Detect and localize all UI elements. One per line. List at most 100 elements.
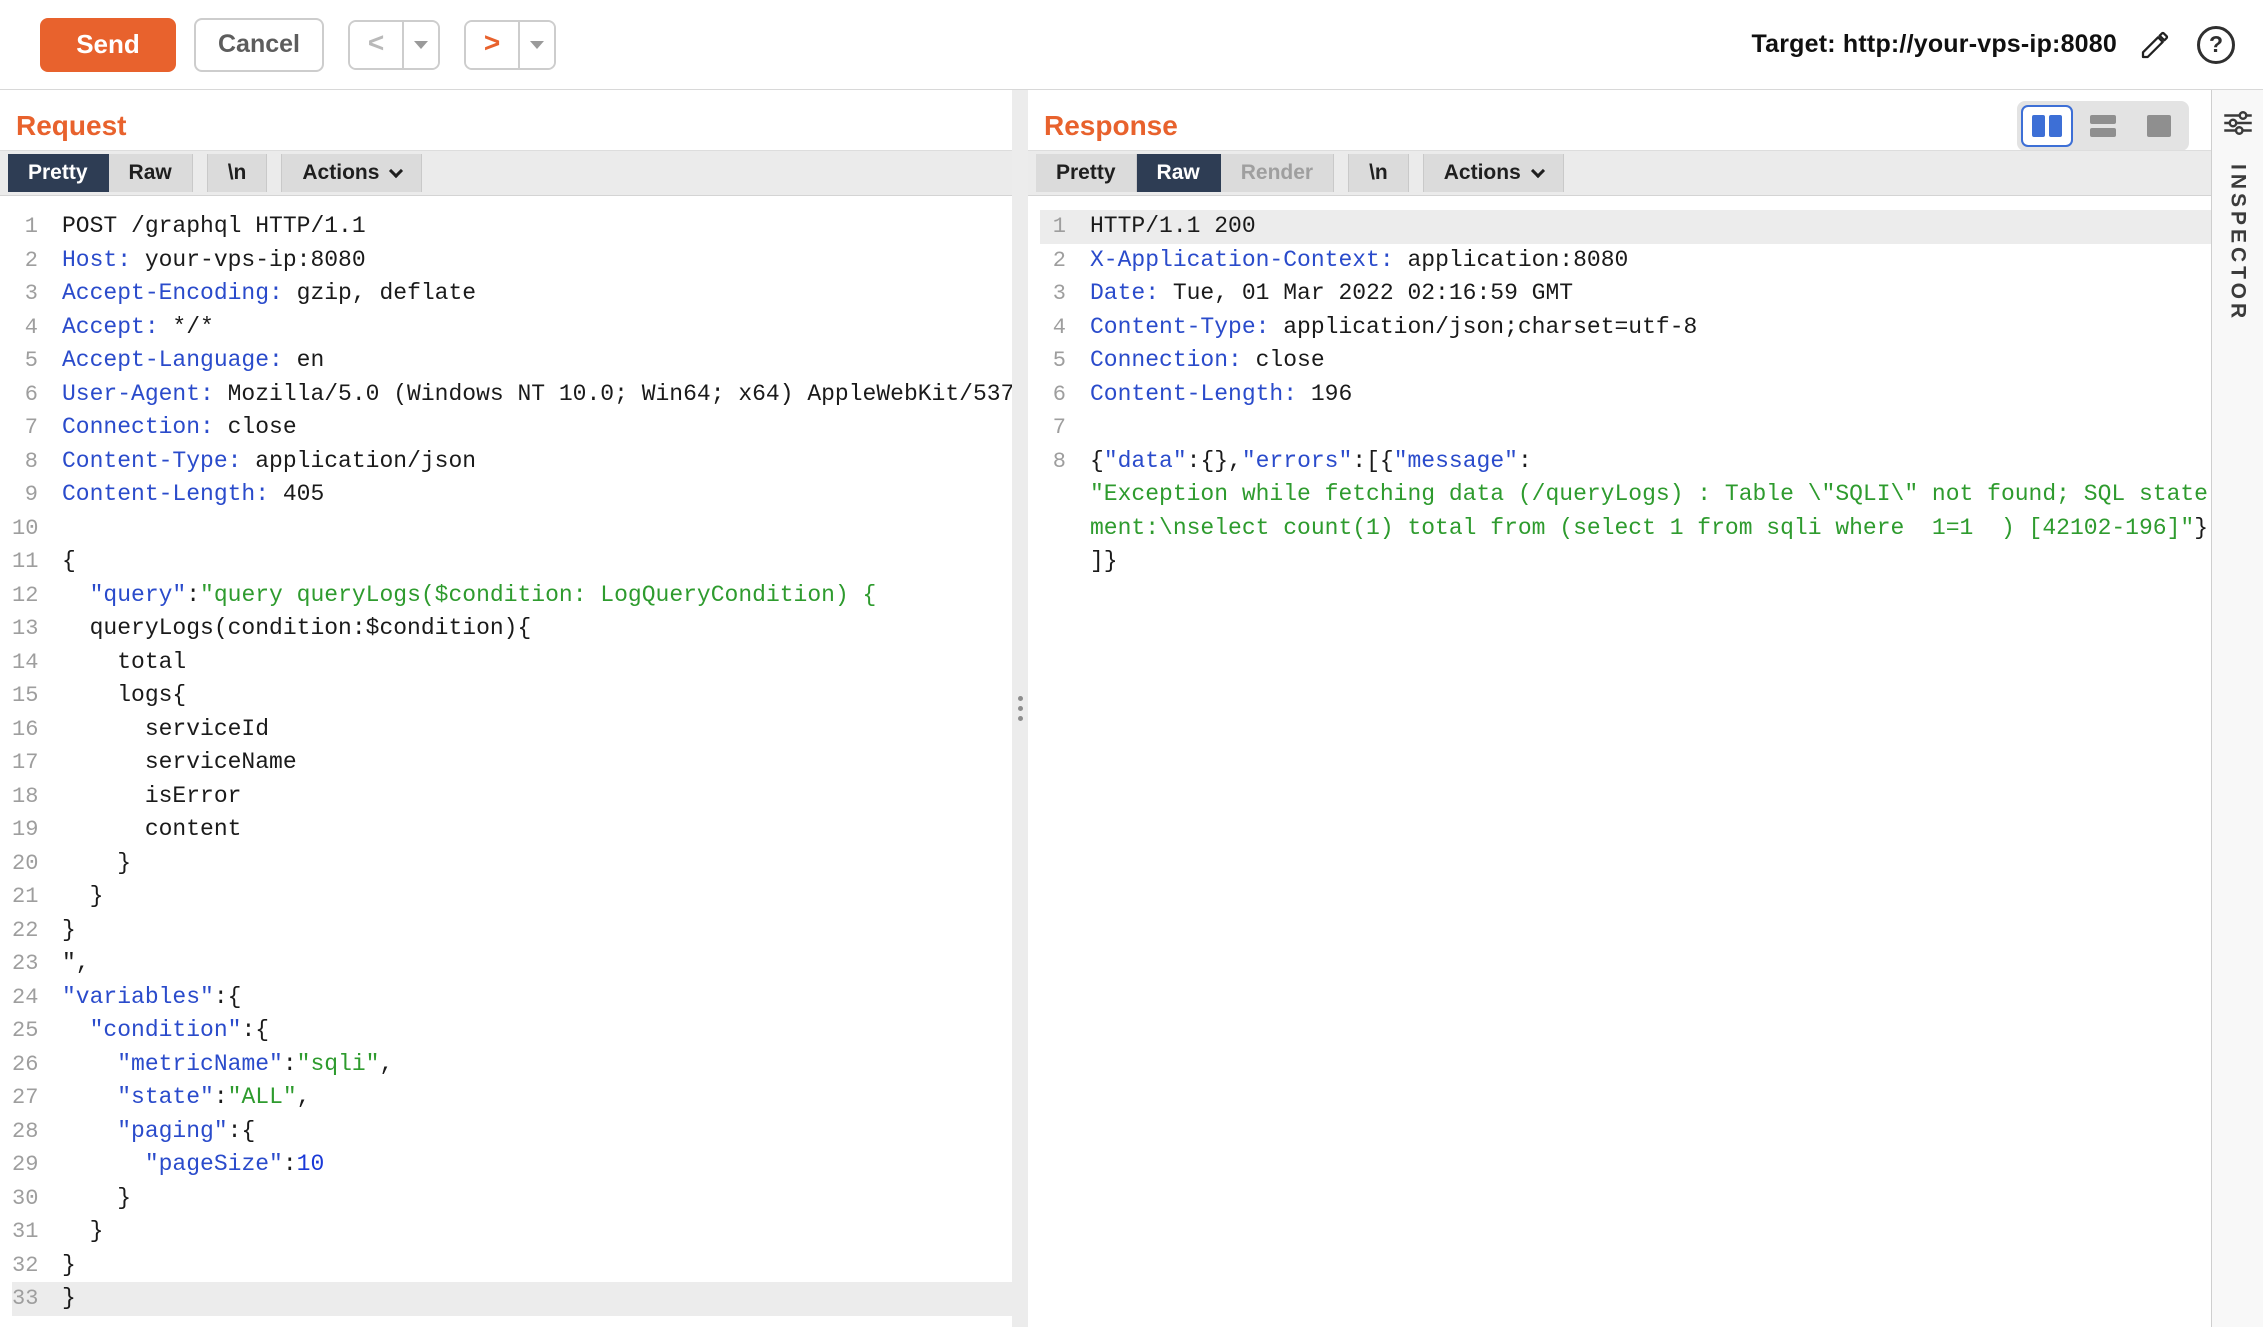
chevron-down-icon	[389, 163, 403, 177]
forward-dropdown-button[interactable]	[518, 22, 554, 68]
code-segment-name: X-Application-Context:	[1090, 247, 1394, 273]
code-line: ment:\nselect count(1) total from (selec…	[1040, 512, 2211, 546]
line-number: 21	[12, 880, 52, 914]
code-line: 8Content-Type: application/json	[12, 445, 1012, 479]
code-text: "paging":{	[62, 1115, 1012, 1149]
code-line: ]}	[1040, 545, 2211, 579]
line-number: 27	[12, 1081, 52, 1115]
forward-button[interactable]: >	[466, 22, 518, 68]
code-segment-name: Connection:	[62, 414, 214, 440]
code-segment-plain: }	[62, 850, 131, 876]
response-tabs: Pretty Raw Render \n Actions	[1028, 150, 2211, 196]
line-number: 30	[12, 1182, 52, 1216]
tab-raw[interactable]: Raw	[1137, 154, 1221, 192]
code-segment-plain: :	[283, 1051, 297, 1077]
code-line: "Exception while fetching data (/queryLo…	[1040, 478, 2211, 512]
code-line: 5Accept-Language: en	[12, 344, 1012, 378]
line-number: 3	[1040, 277, 1080, 311]
code-segment-plain: :{	[241, 1017, 269, 1043]
tab-label: Raw	[1157, 161, 1200, 185]
code-segment-plain: logs{	[62, 682, 186, 708]
line-number	[1040, 478, 1080, 512]
tab-raw[interactable]: Raw	[109, 154, 193, 192]
tab-label: Actions	[302, 161, 379, 185]
code-segment-name: Content-Length:	[62, 481, 269, 507]
code-segment-key: "variables"	[62, 984, 214, 1010]
code-segment-key: "paging"	[117, 1118, 227, 1144]
tab-render: Render	[1221, 154, 1334, 192]
line-number	[1040, 512, 1080, 546]
code-line: 1HTTP/1.1 200	[1040, 210, 2211, 244]
code-segment-plain: Tue, 01 Mar 2022 02:16:59 GMT	[1159, 280, 1573, 306]
code-segment-plain: :	[1518, 448, 1532, 474]
back-dropdown-button[interactable]	[402, 22, 438, 68]
tab-label: Pretty	[1056, 161, 1116, 185]
help-icon: ?	[2197, 26, 2235, 64]
response-editor[interactable]: 1HTTP/1.1 2002X-Application-Context: app…	[1028, 196, 2211, 1327]
code-text: Date: Tue, 01 Mar 2022 02:16:59 GMT	[1090, 277, 2211, 311]
tab-label: \n	[1369, 161, 1388, 185]
caret-down-icon	[414, 41, 428, 49]
view-side-by-side-button[interactable]	[2023, 107, 2071, 145]
code-text: }	[62, 1249, 1012, 1283]
code-text: ment:\nselect count(1) total from (selec…	[1090, 512, 2211, 546]
code-line: 11{	[12, 545, 1012, 579]
code-line: 14 total	[12, 646, 1012, 680]
code-segment-plain	[62, 1017, 90, 1043]
line-number: 18	[12, 780, 52, 814]
line-number: 2	[12, 244, 52, 278]
help-button[interactable]: ?	[2193, 22, 2239, 68]
tab-pretty[interactable]: Pretty	[8, 154, 109, 192]
tab-newline[interactable]: \n	[1348, 154, 1409, 192]
code-text	[62, 512, 1012, 546]
code-text: "condition":{	[62, 1014, 1012, 1048]
code-text: POST /graphql HTTP/1.1	[62, 210, 1012, 244]
code-segment-plain	[62, 1151, 145, 1177]
request-header: Request	[0, 90, 1012, 150]
line-number: 4	[12, 311, 52, 345]
main-content: Request Pretty Raw \n Actions 1POST /graphq…	[0, 90, 2263, 1327]
view-single-button[interactable]	[2135, 107, 2183, 145]
tab-actions[interactable]: Actions	[281, 154, 422, 192]
code-segment-plain: }	[62, 1185, 131, 1211]
code-segment-plain	[62, 1084, 117, 1110]
line-number: 17	[12, 746, 52, 780]
line-number: 6	[12, 378, 52, 412]
drag-handle-icon	[1018, 696, 1023, 721]
line-number: 13	[12, 612, 52, 646]
view-stacked-button[interactable]	[2079, 107, 2127, 145]
code-segment-plain: serviceId	[62, 716, 269, 742]
send-button[interactable]: Send	[40, 18, 176, 72]
line-number: 31	[12, 1215, 52, 1249]
line-number: 8	[1040, 445, 1080, 479]
request-editor[interactable]: 1POST /graphql HTTP/1.12Host: your-vps-i…	[0, 196, 1012, 1327]
tab-label: Actions	[1444, 161, 1521, 185]
line-number: 25	[12, 1014, 52, 1048]
code-segment-plain: }	[2194, 515, 2208, 541]
code-text: isError	[62, 780, 1012, 814]
tab-newline[interactable]: \n	[207, 154, 268, 192]
back-button[interactable]: <	[350, 22, 402, 68]
code-segment-plain: {	[1090, 448, 1104, 474]
code-line: 7	[1040, 411, 2211, 445]
code-line: 10	[12, 512, 1012, 546]
cancel-button[interactable]: Cancel	[194, 18, 324, 72]
inspector-toggle-button[interactable]	[2219, 106, 2257, 140]
line-number: 12	[12, 579, 52, 613]
code-text: }	[62, 880, 1012, 914]
code-text: "metricName":"sqli",	[62, 1048, 1012, 1082]
tab-actions[interactable]: Actions	[1423, 154, 1564, 192]
code-line: 1POST /graphql HTTP/1.1	[12, 210, 1012, 244]
code-segment-name: Host:	[62, 247, 131, 273]
tab-label: Raw	[129, 161, 172, 185]
line-number: 33	[12, 1282, 52, 1316]
back-arrow-icon: <	[368, 27, 384, 59]
code-text: }	[62, 847, 1012, 881]
code-segment-name: Content-Length:	[1090, 381, 1297, 407]
edit-target-button[interactable]	[2135, 25, 2175, 65]
code-segment-name: Accept:	[62, 314, 159, 340]
tab-pretty[interactable]: Pretty	[1036, 154, 1137, 192]
code-line: 3 Date: Tue, 01 Mar 2022 02:16:59 GMT	[1040, 277, 2211, 311]
panel-resize-divider[interactable]	[1012, 90, 1028, 1327]
line-number: 24	[12, 981, 52, 1015]
